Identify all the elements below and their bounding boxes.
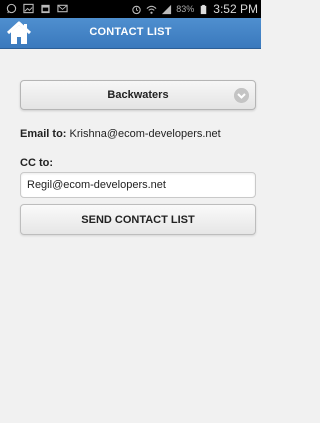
whatsapp-icon	[6, 3, 17, 14]
location-select-value: Backwaters	[107, 89, 169, 101]
battery-percent: 83%	[176, 4, 195, 14]
email-to-label: Email to:	[20, 128, 67, 140]
chevron-down-icon	[234, 88, 249, 103]
page-title: CONTACT LIST	[89, 26, 172, 38]
email-to-value: Krishna@ecom-developers.net	[69, 128, 221, 140]
calendar-icon	[41, 4, 50, 14]
location-select[interactable]: Backwaters	[20, 80, 256, 110]
cc-label: CC to:	[20, 157, 53, 169]
gallery-icon	[23, 3, 34, 14]
wifi-icon	[146, 5, 157, 14]
cc-input[interactable]	[20, 172, 256, 198]
signal-icon	[162, 4, 172, 14]
battery-icon	[201, 4, 207, 14]
status-bar: 83% 3:52 PM	[0, 0, 261, 18]
notification-icons	[6, 3, 68, 14]
send-contact-list-button[interactable]: SEND CONTACT LIST	[20, 204, 256, 235]
clock: 3:52 PM	[213, 2, 258, 16]
app-header: CONTACT LIST	[0, 18, 261, 49]
mail-icon	[57, 4, 68, 13]
system-icons: 83% 3:52 PM	[131, 2, 258, 16]
email-to-line: Email to: Krishna@ecom-developers.net	[20, 128, 221, 140]
alarm-icon	[132, 5, 141, 14]
